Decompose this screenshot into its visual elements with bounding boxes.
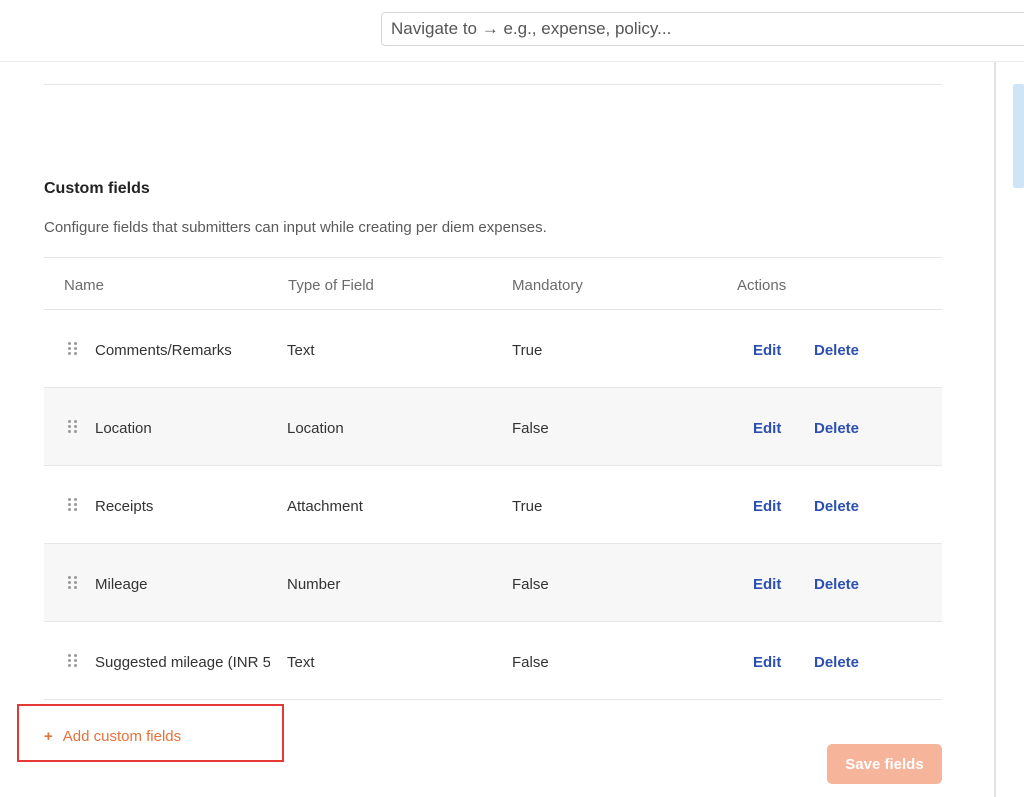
table-row: Comments/Remarks Text True Edit Delete <box>44 310 942 388</box>
header-actions: Actions <box>737 277 787 294</box>
field-name: Suggested mileage (INR 5, <box>95 654 270 671</box>
delete-button[interactable]: Delete <box>814 498 859 515</box>
edit-button[interactable]: Edit <box>753 420 781 437</box>
field-mandatory: True <box>512 498 543 515</box>
edit-button[interactable]: Edit <box>753 498 781 515</box>
delete-button[interactable]: Delete <box>814 420 859 437</box>
field-type: Text <box>287 654 315 671</box>
field-name: Mileage <box>95 576 148 593</box>
navigate-search[interactable] <box>381 12 1024 46</box>
section-divider <box>44 84 942 85</box>
header-mandatory: Mandatory <box>512 277 583 294</box>
edit-button[interactable]: Edit <box>753 576 781 593</box>
scrollbar-thumb[interactable] <box>1013 84 1024 188</box>
navigate-search-input[interactable] <box>391 13 1024 45</box>
plus-icon: + <box>44 728 53 745</box>
field-type: Location <box>287 420 344 437</box>
edit-button[interactable]: Edit <box>753 654 781 671</box>
save-fields-button[interactable]: Save fields <box>827 744 942 784</box>
drag-handle-icon[interactable] <box>68 654 77 668</box>
delete-button[interactable]: Delete <box>814 342 859 359</box>
top-bar <box>0 0 1024 62</box>
field-type: Number <box>287 576 341 593</box>
field-mandatory: True <box>512 342 543 359</box>
field-name: Receipts <box>95 498 154 515</box>
drag-handle-icon[interactable] <box>68 420 77 434</box>
add-custom-fields-label: Add custom fields <box>62 728 182 745</box>
drag-handle-icon[interactable] <box>68 498 77 512</box>
drag-handle-icon[interactable] <box>68 576 77 590</box>
field-type: Attachment <box>287 498 363 515</box>
delete-button[interactable]: Delete <box>814 576 859 593</box>
edit-button[interactable]: Edit <box>753 342 781 359</box>
table-row: Mileage Number False Edit Delete <box>44 544 942 622</box>
table-row: Receipts Attachment True Edit Delete <box>44 466 942 544</box>
field-mandatory: False <box>512 576 549 593</box>
delete-button[interactable]: Delete <box>814 654 859 671</box>
table-row: Suggested mileage (INR 5, Text False Edi… <box>44 622 942 700</box>
field-name: Comments/Remarks <box>95 342 232 359</box>
custom-fields-table: Name Type of Field Mandatory Actions Com… <box>44 257 942 700</box>
field-type: Text <box>287 342 315 359</box>
field-mandatory: False <box>512 654 549 671</box>
add-custom-fields-button[interactable]: + Add custom fields <box>44 728 181 745</box>
drag-handle-icon[interactable] <box>68 342 77 356</box>
section-title: Custom fields <box>44 180 150 197</box>
side-panel-border <box>994 62 996 797</box>
header-type: Type of Field <box>288 277 374 294</box>
field-name: Location <box>95 420 152 437</box>
table-row: Location Location False Edit Delete <box>44 388 942 466</box>
header-name: Name <box>64 277 105 294</box>
field-mandatory: False <box>512 420 549 437</box>
section-description: Configure fields that submitters can inp… <box>44 219 547 236</box>
table-header: Name Type of Field Mandatory Actions <box>44 258 942 310</box>
